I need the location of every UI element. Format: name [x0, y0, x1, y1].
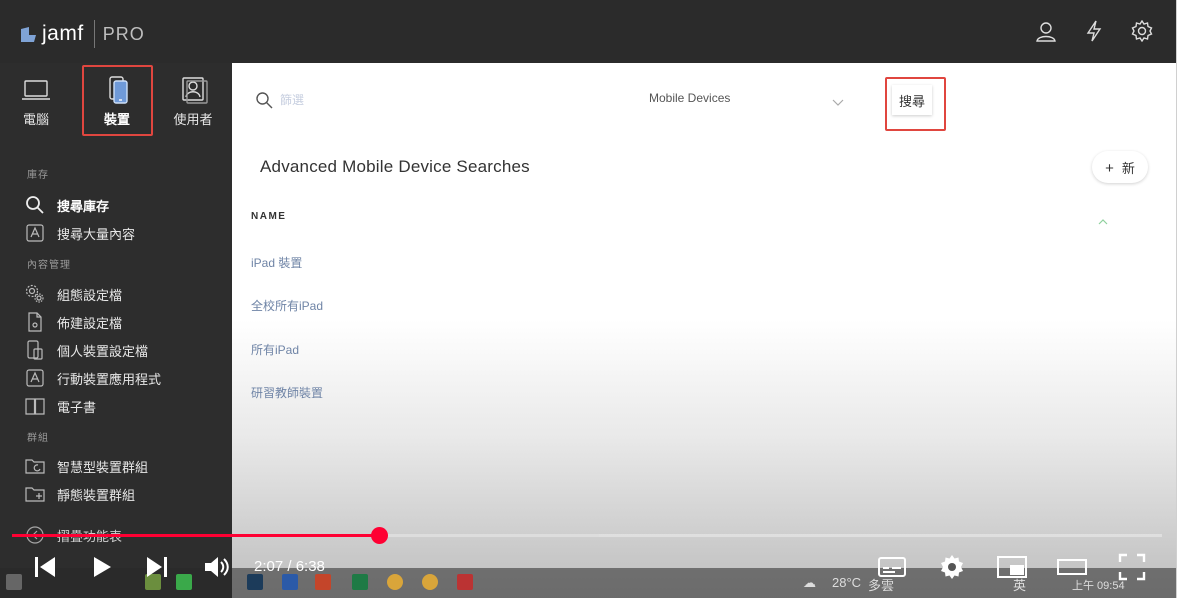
user-icon[interactable]	[1035, 20, 1057, 42]
lightning-icon[interactable]	[1083, 20, 1105, 42]
sidebar: 電腦 裝置 使用者 庫存 搜尋庫存 搜尋大量內容 內容管理 組態設定檔 佈建設定…	[0, 63, 232, 598]
logo-suffix: PRO	[102, 23, 145, 44]
sort-ascending-icon[interactable]	[1098, 213, 1108, 225]
taskbar-app-icon[interactable]	[457, 574, 473, 590]
table-row[interactable]: 研習教師裝置	[251, 384, 323, 401]
sidebar-item-label: 靜態裝置群組	[57, 487, 136, 503]
sidebar-item-label: 佈建設定檔	[57, 315, 123, 331]
subtitles-icon[interactable]	[877, 553, 907, 581]
device-profile-icon	[25, 340, 45, 360]
tab-label: 電腦	[22, 112, 49, 127]
sidebar-item-label: 行動裝置應用程式	[57, 371, 162, 387]
search-input[interactable]	[280, 90, 580, 110]
book-icon	[25, 396, 45, 416]
sidebar-item-label: 搜尋大量內容	[57, 226, 136, 242]
gear-icon	[25, 284, 45, 304]
table-row[interactable]: 全校所有iPad	[251, 297, 323, 314]
app-icon	[25, 223, 45, 243]
logo-divider	[93, 20, 95, 48]
tab-computers[interactable]: 電腦	[0, 63, 72, 135]
table-row[interactable]: iPad 裝置	[251, 254, 302, 271]
sidebar-item-label: 搜尋庫存	[57, 198, 110, 214]
sidebar-item-static-device-groups[interactable]: 靜態裝置群組	[25, 484, 135, 504]
highlight-box	[82, 65, 153, 136]
sidebar-item-search-inventory[interactable]: 搜尋庫存	[25, 195, 109, 215]
chevron-down-icon[interactable]	[832, 94, 844, 106]
excel-icon[interactable]	[352, 574, 368, 590]
sidebar-item-configuration-profiles[interactable]: 組態設定檔	[25, 284, 122, 304]
taskbar-app-icon[interactable]	[247, 574, 263, 590]
new-button-label: 新	[1121, 160, 1135, 176]
gear-icon[interactable]	[1131, 19, 1153, 43]
laptop-icon	[20, 75, 52, 105]
settings-icon[interactable]	[938, 553, 966, 581]
sidebar-item-personal-device-profiles[interactable]: 個人裝置設定檔	[25, 340, 148, 360]
new-button[interactable]: + 新	[1092, 151, 1148, 183]
sidebar-item-provisioning-profiles[interactable]: 佈建設定檔	[25, 312, 122, 332]
line-app-icon[interactable]	[176, 574, 192, 590]
logo-text: jamf	[42, 22, 84, 45]
weather-icon: ☁	[803, 575, 816, 590]
plus-icon: +	[1105, 159, 1114, 177]
sidebar-item-label: 智慧型裝置群組	[57, 459, 149, 475]
page-title: Advanced Mobile Device Searches	[260, 157, 530, 176]
main-panel: Mobile Devices 搜尋 Advanced Mobile Device…	[232, 63, 1176, 598]
sidebar-item-search-volume-content[interactable]: 搜尋大量內容	[25, 223, 135, 243]
app-store-icon	[25, 368, 45, 388]
theater-mode-icon[interactable]	[1056, 553, 1088, 581]
chrome-icon[interactable]	[387, 574, 403, 590]
progress-played	[12, 534, 379, 537]
highlight-box	[885, 77, 946, 131]
video-time: 2:07 / 6:38	[254, 558, 325, 575]
static-group-icon	[25, 484, 45, 504]
next-icon[interactable]	[145, 553, 169, 581]
word-icon[interactable]	[282, 574, 298, 590]
sidebar-item-ebooks[interactable]: 電子書	[25, 396, 96, 416]
sidebar-item-mobile-device-apps[interactable]: 行動裝置應用程式	[25, 368, 161, 388]
column-header-name[interactable]: NAME	[251, 211, 286, 222]
search-icon	[25, 195, 45, 215]
fullscreen-icon[interactable]	[1118, 553, 1146, 581]
tab-users[interactable]: 使用者	[157, 63, 229, 135]
progress-scrubber-handle[interactable]	[370, 527, 388, 544]
category-tabs: 電腦 裝置 使用者	[0, 63, 232, 143]
section-groups: 群組	[27, 433, 49, 444]
play-icon[interactable]	[91, 553, 113, 581]
temperature: 28°C	[832, 575, 862, 590]
search-icon	[255, 91, 273, 109]
volume-icon[interactable]	[203, 553, 231, 581]
jamf-logo[interactable]: jamf PRO	[20, 20, 145, 48]
top-actions	[1035, 19, 1153, 43]
top-bar: jamf PRO	[0, 0, 1176, 63]
smart-group-icon	[25, 456, 45, 476]
chrome-icon[interactable]	[422, 574, 438, 590]
previous-icon[interactable]	[33, 553, 57, 581]
users-icon	[177, 75, 209, 105]
document-icon	[25, 312, 45, 332]
jamf-logo-icon	[20, 26, 37, 43]
sidebar-item-label: 組態設定檔	[57, 287, 123, 303]
miniplayer-icon[interactable]	[996, 553, 1028, 581]
app-window: jamf PRO 電腦 裝置 使用者 庫存 搜尋庫存 搜尋大量內容 內容管理 組…	[0, 0, 1177, 598]
tab-label: 使用者	[173, 112, 213, 127]
sidebar-item-smart-device-groups[interactable]: 智慧型裝置群組	[25, 456, 148, 476]
section-content-management: 內容管理	[27, 260, 71, 271]
table-row[interactable]: 所有iPad	[251, 341, 299, 358]
sidebar-item-label: 個人裝置設定檔	[57, 343, 149, 359]
sidebar-item-label: 電子書	[57, 399, 97, 415]
powerpoint-icon[interactable]	[315, 574, 331, 590]
windows-start-icon[interactable]	[6, 574, 22, 590]
search-type-select[interactable]: Mobile Devices	[649, 91, 730, 105]
video-progress-bar[interactable]	[12, 534, 1162, 537]
section-inventory: 庫存	[27, 170, 49, 181]
